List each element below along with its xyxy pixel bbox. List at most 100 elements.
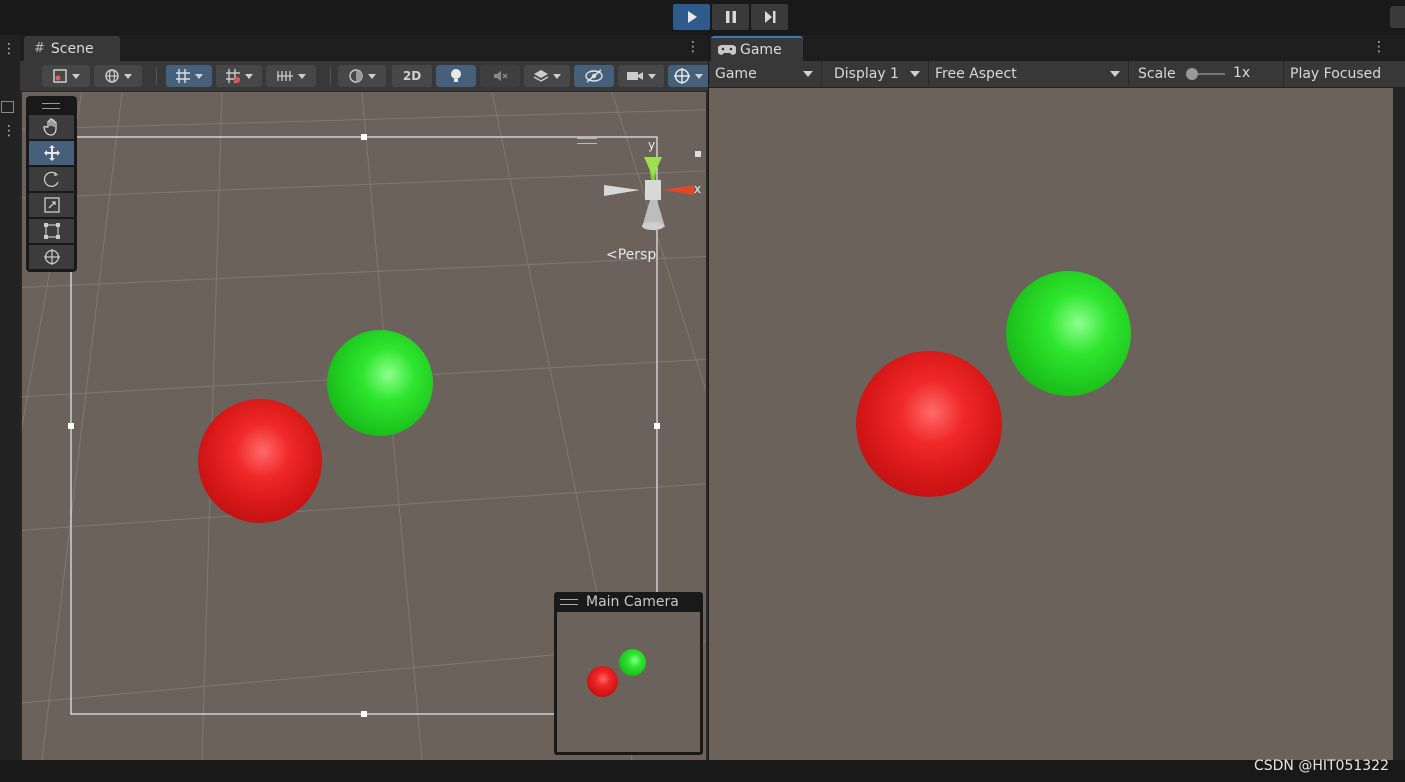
gizmo-icon: [674, 68, 690, 84]
globe-icon: [105, 69, 119, 83]
transform-tool[interactable]: [29, 245, 74, 269]
window-icon[interactable]: [1, 101, 14, 113]
left-dock-strip: ⋮ ⋮: [0, 35, 20, 760]
scale-value: 1x: [1233, 65, 1251, 81]
gizmo-y-label: y: [648, 138, 656, 152]
red-sphere: [856, 351, 1002, 497]
scale-control: Scale 1x: [1132, 61, 1284, 87]
rotate-tool[interactable]: [29, 167, 74, 191]
tab-game-label: Game: [740, 41, 782, 58]
overlay-drag-handle[interactable]: [42, 103, 60, 109]
step-button[interactable]: [751, 4, 788, 30]
lighting-toggle[interactable]: [436, 65, 476, 87]
hand-tool[interactable]: [29, 115, 74, 139]
red-sphere[interactable]: [198, 399, 322, 523]
mode-2d-label: 2D: [402, 69, 422, 83]
mode-2d-toggle[interactable]: 2D: [392, 65, 432, 87]
scene-orientation-gizmo[interactable]: y x <Persp: [592, 132, 702, 282]
view-select[interactable]: Game: [709, 61, 822, 87]
game-toolbar: Game Display 1 Free Aspect Scale 1x Play…: [709, 61, 1405, 88]
green-sphere: [619, 649, 646, 676]
audio-toggle[interactable]: [480, 65, 520, 87]
kebab-menu-icon[interactable]: ⋮: [2, 123, 16, 139]
effects-dropdown[interactable]: [524, 65, 570, 87]
pause-button[interactable]: [712, 4, 749, 30]
lightbulb-icon: [451, 69, 461, 82]
draw-mode-icon: [53, 69, 67, 83]
green-sphere[interactable]: [327, 330, 433, 436]
rect-transform-icon: [43, 223, 60, 239]
lock-icon[interactable]: [695, 151, 701, 157]
audio-mute-icon: [494, 71, 508, 81]
toolbar-separator: [156, 67, 157, 85]
display-select[interactable]: Display 1: [828, 61, 929, 87]
move-arrows-icon: [43, 145, 60, 161]
red-sphere: [587, 666, 618, 697]
axis-gizmo-icon: [604, 157, 694, 230]
projection-toggle[interactable]: <Persp: [606, 247, 656, 263]
play-toolbar: [0, 0, 1405, 35]
camera-settings-dropdown[interactable]: [618, 65, 664, 87]
sphere-shading-icon: [349, 69, 363, 83]
camera-preview-header[interactable]: Main Camera: [554, 592, 703, 611]
toolbar-separator: [330, 67, 331, 85]
tools-overlay: [26, 96, 77, 272]
game-tab-row: Game ⋮: [709, 35, 1405, 61]
game-panel: Game ⋮ Game Display 1 Free Aspect Scale …: [709, 35, 1405, 760]
tab-game[interactable]: Game: [711, 36, 803, 61]
scale-label: Scale: [1138, 66, 1176, 82]
layers-icon: [533, 70, 549, 82]
draw-mode-dropdown[interactable]: [42, 65, 90, 87]
snap-increment-toggle[interactable]: [216, 65, 262, 87]
camera-preview: Main Camera: [554, 592, 703, 755]
ruler-icon: [277, 71, 293, 81]
projection-label: Persp: [617, 247, 657, 263]
aspect-select[interactable]: Free Aspect: [929, 61, 1129, 87]
global-dropdown[interactable]: [94, 65, 142, 87]
watermark-text: CSDN @HIT051322: [1253, 758, 1389, 774]
snap-icon: [226, 69, 240, 83]
status-bar: [0, 760, 1405, 782]
play-mode-dropdown[interactable]: Play Focused: [1284, 61, 1405, 87]
grid-snap-toggle[interactable]: [166, 65, 212, 87]
rotate-icon: [43, 171, 59, 187]
play-icon: [687, 11, 697, 23]
gamepad-icon: [718, 44, 736, 55]
tab-scene[interactable]: # Scene: [24, 36, 120, 61]
increment-snap-dropdown[interactable]: [266, 65, 316, 87]
overlay-drag-handle[interactable]: [577, 138, 597, 144]
scene-toolbar: 2D: [20, 61, 708, 91]
refresh-icon[interactable]: [1390, 6, 1405, 28]
grid-snap-icon: [176, 69, 190, 83]
gizmo-x-label: x: [694, 182, 702, 196]
scene-panel: # Scene ⋮ 2D y x <Persp Main Camera: [20, 35, 708, 760]
camera-preview-title: Main Camera: [586, 593, 679, 610]
game-menu-icon[interactable]: ⋮: [1372, 39, 1386, 55]
rect-tool[interactable]: [29, 219, 74, 243]
move-tool[interactable]: [29, 141, 74, 165]
hidden-eye-icon: [585, 69, 603, 83]
game-viewport[interactable]: [709, 88, 1393, 760]
transform-icon: [43, 249, 60, 265]
play-button[interactable]: [673, 4, 710, 30]
scene-visibility-toggle[interactable]: [574, 65, 614, 87]
scale-icon: [43, 197, 60, 213]
aspect-select-value: Free Aspect: [935, 66, 1017, 82]
kebab-menu-icon[interactable]: ⋮: [2, 41, 16, 57]
scale-tool[interactable]: [29, 193, 74, 217]
shading-mode-dropdown[interactable]: [338, 65, 386, 87]
right-dock-strip: [1393, 88, 1405, 760]
play-mode-label: Play Focused: [1290, 66, 1382, 82]
drag-handle-icon: [560, 598, 578, 605]
camera-preview-view: [557, 612, 700, 752]
green-sphere: [1006, 271, 1131, 396]
display-select-value: Display 1: [834, 66, 899, 82]
hash-icon: #: [34, 41, 45, 56]
gizmos-dropdown[interactable]: [668, 65, 708, 87]
scene-tab-row: # Scene ⋮: [20, 35, 708, 61]
scale-slider-thumb[interactable]: [1186, 68, 1198, 80]
pause-icon: [725, 11, 736, 23]
scene-menu-icon[interactable]: ⋮: [686, 39, 700, 55]
back-arrow-icon: <: [606, 247, 618, 263]
hand-icon: [42, 118, 57, 136]
